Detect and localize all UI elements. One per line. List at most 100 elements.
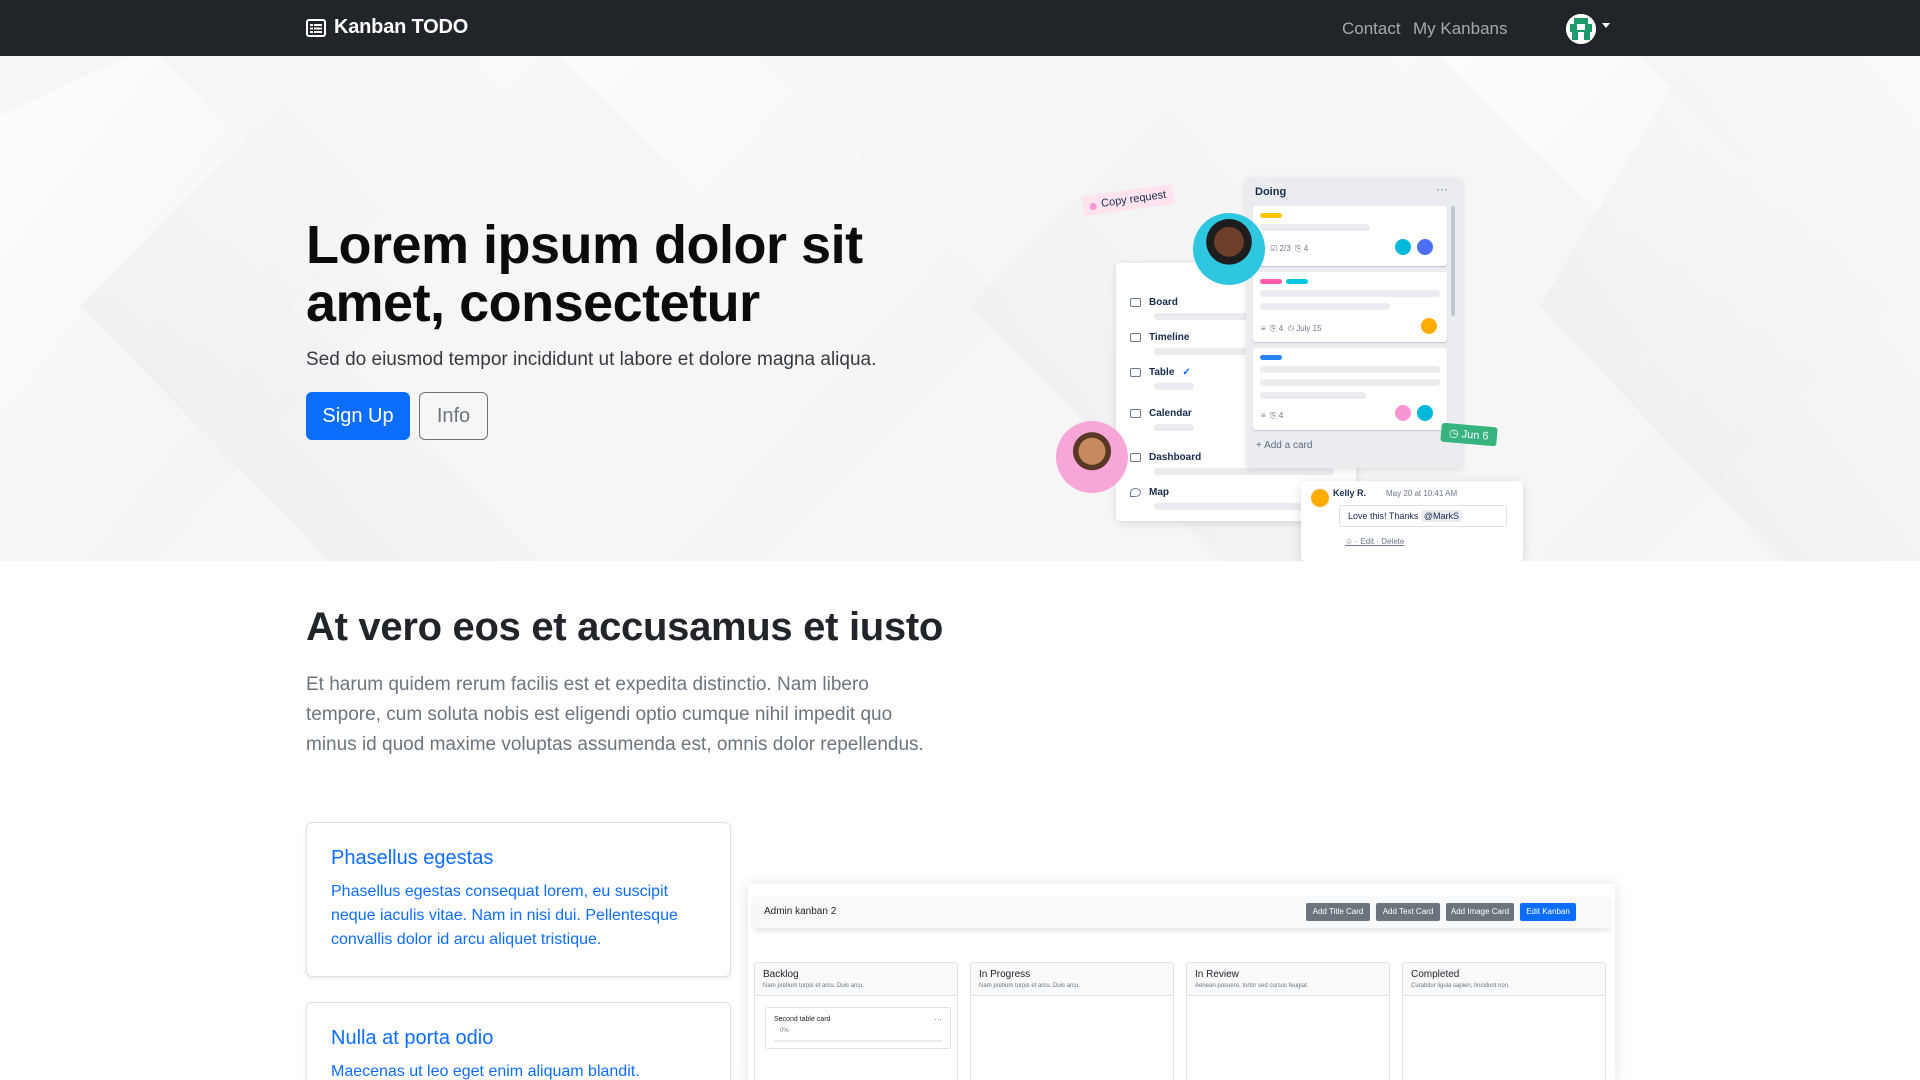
- preview-column-header: In Review Aenean posuere, tortor sed cur…: [1187, 963, 1389, 996]
- preview-column-header: Backlog Nam pretium turpis et arcu. Duis…: [755, 963, 957, 996]
- feature-title: Nulla at porta odio: [331, 1027, 494, 1049]
- preview-column-subtitle: Nam pretium turpis et arcu. Duis arcu.: [763, 983, 865, 989]
- card-label: [1260, 355, 1282, 360]
- preview-column-title: Backlog: [763, 969, 799, 980]
- view-timeline: Timeline: [1130, 332, 1189, 343]
- view-table: Table ✓: [1130, 367, 1191, 378]
- view-dashboard: Dashboard: [1130, 452, 1201, 463]
- table-list-icon: [306, 18, 326, 37]
- add-text-card-button: Add Text Card: [1376, 903, 1440, 921]
- person-avatar-illustration: [1193, 213, 1265, 285]
- kanban-card: ≡ ☑ 2/3 ⎘ 4: [1253, 206, 1447, 266]
- add-card-link: + Add a card: [1256, 440, 1313, 451]
- view-label: Dashboard: [1149, 452, 1202, 463]
- card-meta: ≡ ⎘ 4: [1261, 411, 1284, 420]
- add-title-card-button: Add Title Card: [1306, 903, 1370, 921]
- column-scrollbar: [1451, 206, 1455, 316]
- board-icon: [1130, 298, 1141, 307]
- more-icon: …: [934, 1013, 942, 1022]
- card-label: [1260, 279, 1282, 284]
- feature-card[interactable]: Phasellus egestas Phasellus egestas cons…: [306, 822, 731, 977]
- preview-column-subtitle: Nam pretium turpis et arcu. Duis arcu.: [979, 983, 1081, 989]
- hero-title: Lorem ipsum dolor sit amet, consectetur: [306, 215, 863, 333]
- copy-request-tag: Copy request: [1082, 183, 1176, 217]
- caret-down-icon: [1602, 22, 1610, 28]
- preview-card-progress: 0%: [780, 1028, 789, 1034]
- hero-background-pattern: [0, 56, 1920, 561]
- comment-date: May 20 at 10:41 AM: [1386, 489, 1458, 498]
- user-menu-dropdown[interactable]: [1566, 14, 1610, 44]
- view-label: Map: [1149, 487, 1169, 498]
- member-avatar: [1393, 403, 1413, 423]
- preview-toolbar: Admin kanban 2 Add Title Card Add Text C…: [754, 896, 1609, 928]
- feature-text: Maecenas ut leo eget enim aliquam blandi…: [331, 1063, 640, 1080]
- placeholder-line: [1260, 303, 1390, 310]
- feature-card[interactable]: Nulla at porta odio Maecenas ut leo eget…: [306, 1002, 731, 1080]
- kanban-card: ≡ ⎘ 4: [1253, 348, 1447, 430]
- nav-my-kanbans-link[interactable]: My Kanbans: [1413, 19, 1508, 39]
- hero-subtitle: Sed do eiusmod tempor incididunt ut labo…: [306, 349, 877, 370]
- column-title: Doing: [1255, 186, 1287, 198]
- user-avatar: [1566, 14, 1596, 44]
- section-text: Et harum quidem rerum facilis est et exp…: [306, 674, 924, 755]
- placeholder-line: [1260, 224, 1370, 231]
- placeholder-line: [1260, 290, 1440, 297]
- placeholder-line: [1154, 424, 1194, 431]
- member-avatar: [1415, 237, 1435, 257]
- section-title: At vero eos et accusamus et iusto: [306, 605, 943, 649]
- kanban-card: ≡ ⎘ 4 ◷ July 15: [1253, 272, 1447, 342]
- card-label: [1260, 213, 1282, 218]
- view-board: Board: [1130, 297, 1178, 308]
- preview-column-title: In Review: [1195, 969, 1239, 980]
- add-image-card-button: Add Image Card: [1446, 903, 1514, 921]
- kanban-preview-screenshot: Admin kanban 2 Add Title Card Add Text C…: [748, 884, 1615, 1080]
- comment-popover: Kelly R. May 20 at 10:41 AM Love this! T…: [1301, 481, 1523, 561]
- view-map: Map: [1130, 487, 1169, 498]
- check-icon: ✓: [1182, 367, 1191, 378]
- commenter-avatar: [1309, 487, 1331, 509]
- member-avatar: [1415, 403, 1435, 423]
- view-label: Calendar: [1149, 408, 1192, 419]
- preview-column: In Progress Nam pretium turpis et arcu. …: [970, 962, 1174, 1080]
- progress-bar: [774, 1040, 942, 1042]
- placeholder-line: [1154, 468, 1334, 475]
- dashboard-icon: [1130, 453, 1141, 462]
- doing-column: Doing ··· ≡ ☑ 2/3 ⎘ 4 ≡ ⎘ 4 ◷ July 15 ≡ …: [1246, 178, 1462, 468]
- preview-card: Second table card … 0%: [765, 1007, 951, 1049]
- member-avatar: [1419, 316, 1439, 336]
- preview-column-subtitle: Aenean posuere, tortor sed cursus feugia…: [1195, 983, 1309, 989]
- card-meta: ≡ ☑ 2/3 ⎘ 4: [1261, 244, 1309, 253]
- view-label: Table: [1149, 367, 1175, 378]
- preview-column-header: Completed Curabitur ligula sapien, tinci…: [1403, 963, 1605, 996]
- comment-author: Kelly R.: [1333, 488, 1367, 498]
- preview-column: Backlog Nam pretium turpis et arcu. Duis…: [754, 962, 958, 1080]
- view-label: Timeline: [1149, 332, 1190, 343]
- comment-text: Love this! Thanks @MarkS: [1339, 505, 1507, 527]
- brand-link[interactable]: Kanban TODO: [306, 16, 468, 39]
- feature-text: Phasellus egestas consequat lorem, eu su…: [331, 883, 678, 948]
- view-label: Board: [1149, 297, 1178, 308]
- member-avatar: [1393, 237, 1413, 257]
- person-avatar-illustration: [1056, 421, 1128, 493]
- hero-illustration: Copy request Board Timeline Table ✓ Calen…: [1050, 118, 1530, 561]
- preview-column-subtitle: Curabitur ligula sapien, tincidunt non.: [1411, 983, 1510, 989]
- sign-up-button[interactable]: Sign Up: [306, 392, 410, 440]
- placeholder-line: [1260, 366, 1440, 373]
- view-calendar: Calendar: [1130, 408, 1192, 419]
- calendar-icon: [1130, 409, 1141, 418]
- nav-contact-link[interactable]: Contact: [1342, 19, 1401, 39]
- preview-column: In Review Aenean posuere, tortor sed cur…: [1186, 962, 1390, 1080]
- preview-column-title: Completed: [1411, 969, 1460, 980]
- comment-actions: ☺ · Edit · Delete: [1345, 537, 1405, 546]
- preview-kanban-name: Admin kanban 2: [764, 906, 837, 917]
- preview-column: Completed Curabitur ligula sapien, tinci…: [1402, 962, 1606, 1080]
- timeline-icon: [1130, 333, 1141, 342]
- brand-name: Kanban TODO: [334, 16, 469, 38]
- placeholder-line: [1154, 383, 1194, 390]
- placeholder-line: [1260, 392, 1366, 399]
- card-meta: ≡ ⎘ 4 ◷ July 15: [1261, 324, 1322, 333]
- preview-card-title: Second table card: [774, 1016, 831, 1023]
- preview-column-header: In Progress Nam pretium turpis et arcu. …: [971, 963, 1173, 996]
- edit-kanban-button: Edit Kanban: [1520, 903, 1576, 921]
- info-button[interactable]: Info: [419, 392, 488, 440]
